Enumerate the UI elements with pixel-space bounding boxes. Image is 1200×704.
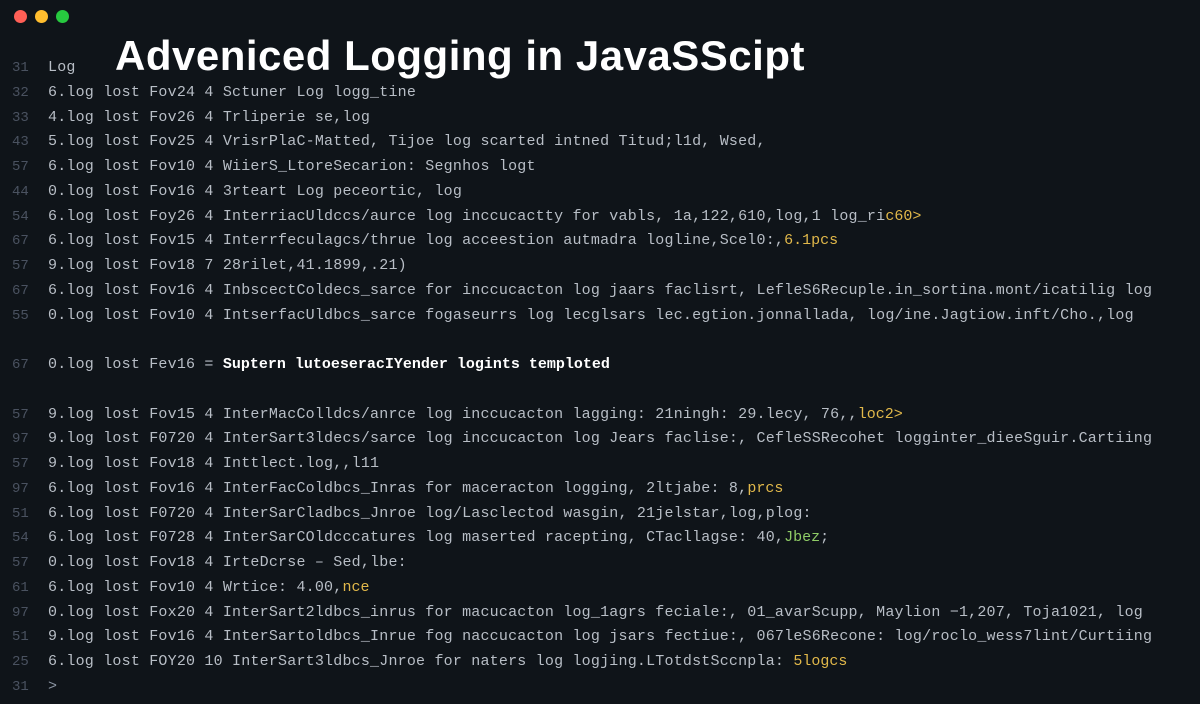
code-text: 6.log lost Fov10 4 Wrtice: 4.00,	[48, 576, 342, 601]
line-number: 67	[12, 280, 48, 303]
code-line: 516.log lost F0720 4 InterSarCladbcs_Jnr…	[12, 502, 1200, 527]
code-line: 519.log lost Fov16 4 InterSartoldbcs_Inr…	[12, 625, 1200, 650]
code-text: 21ningh	[655, 403, 719, 428]
line-number: 54	[12, 527, 48, 550]
code-text: 0.log lost Fox20 4 InterSart2ldbcs_inrus…	[48, 601, 1143, 626]
code-text: 9.log lost Fov16 4 InterSartoldbcs_Inrue…	[48, 625, 1152, 650]
code-highlight: Jbez	[784, 526, 820, 551]
code-highlight: 6.1pcs	[784, 229, 838, 254]
code-line: 970.log lost Fox20 4 InterSart2ldbcs_inr…	[12, 601, 1200, 626]
code-text: 6.log lost F0728 4 InterSarCOldcccatures…	[48, 526, 784, 551]
code-line: 676.log lost Fov16 4 InbscectColdecs_sar…	[12, 279, 1200, 304]
code-text: 5.log lost Fov25 4 VrisrPlaC-Matted, Tij…	[48, 130, 766, 155]
line-number: 97	[12, 478, 48, 501]
code-highlight: loc2>	[858, 403, 903, 428]
code-text: 0.log lost Fov10 4 IntserfacUldbcs_sarce…	[48, 304, 1134, 329]
code-text: 6.log lost FOY20 10 InterSart3ldbcs_Jnro…	[48, 650, 793, 675]
line-number: 44	[12, 181, 48, 204]
code-text: 4.log lost Fov26 4 Trliperie se,log	[48, 106, 370, 131]
code-text: Log	[48, 56, 76, 81]
code-text: 6.log lost Fov16 4 InbscectColdecs_sarce…	[48, 279, 1152, 304]
line-number: 57	[12, 156, 48, 179]
line-number: 51	[12, 503, 48, 526]
code-line: 326.log lost Fov24 4 Sctuner Log logg_ti…	[12, 81, 1200, 106]
page-title: Adveniced Logging in JavaSScipt	[115, 32, 805, 80]
code-line: 670.log lost Fev16 = Suptern lutoeseracI…	[12, 353, 1200, 378]
code-text: 6.log lost Fov24 4 Sctuner Log logg_tine	[48, 81, 416, 106]
code-text: 9.log lost Fov18 4 Inttlect.log,,l11	[48, 452, 379, 477]
code-highlight: prcs	[747, 477, 783, 502]
code-line: 579.log lost Fov18 7 28rilet,41.1899,.21…	[12, 254, 1200, 279]
line-number: 97	[12, 602, 48, 625]
line-number: 67	[12, 230, 48, 253]
code-highlight: nce	[342, 576, 369, 601]
line-number: 43	[12, 131, 48, 154]
code-text: ;	[820, 526, 829, 551]
line-number: 57	[12, 404, 48, 427]
line-number: 61	[12, 577, 48, 600]
code-text: 9.log lost F0720 4 InterSart3ldecs/sarce…	[48, 427, 1152, 452]
code-text: 9.log lost Fov18 7 28rilet,41.1899,.21)	[48, 254, 407, 279]
code-text: 6.log lost Fov16 4 InterFacColdbcs_Inras…	[48, 477, 747, 502]
code-text: 6.log lost F0720 4 InterSarCladbcs_Jnroe…	[48, 502, 812, 527]
code-text: 6.log lost Foy26 4 InterriacUldccs/aurce…	[48, 205, 885, 230]
code-text-bold: Suptern lutoeseracIYender logints templo…	[223, 353, 610, 378]
code-line: 334.log lost Fov26 4 Trliperie se,log	[12, 106, 1200, 131]
line-number: 57	[12, 453, 48, 476]
line-number: 54	[12, 206, 48, 229]
code-line: 570.log lost Fov18 4 IrteDcrse – Sed,lbe…	[12, 551, 1200, 576]
code-line: 31>	[12, 675, 1200, 700]
code-highlight: 5logcs	[793, 650, 847, 675]
code-line: 576.log lost Fov10 4 WiierS_LtoreSecario…	[12, 155, 1200, 180]
code-text: 0.log lost Fev16 =	[48, 353, 223, 378]
code-line: 546.log lost F0728 4 InterSarCOldcccatur…	[12, 526, 1200, 551]
line-number: 57	[12, 552, 48, 575]
code-line: 546.log lost Foy26 4 InterriacUldccs/aur…	[12, 205, 1200, 230]
code-text: 6.log lost Fov15 4 Interrfeculagcs/thrue…	[48, 229, 784, 254]
code-line	[12, 328, 1200, 353]
code-line: 976.log lost Fov16 4 InterFacColdbcs_Inr…	[12, 477, 1200, 502]
line-number: 31	[12, 676, 48, 699]
code-area: 31Log326.log lost Fov24 4 Sctuner Log lo…	[0, 56, 1200, 700]
maximize-icon[interactable]	[56, 10, 69, 23]
prompt-caret[interactable]: >	[48, 675, 57, 700]
code-text: : 29.lecy, 76,,	[720, 403, 858, 428]
code-line	[12, 378, 1200, 403]
code-line: 256.log lost FOY20 10 InterSart3ldbcs_Jn…	[12, 650, 1200, 675]
code-line: 550.log lost Fov10 4 IntserfacUldbcs_sar…	[12, 304, 1200, 329]
line-number: 57	[12, 255, 48, 278]
line-number: 97	[12, 428, 48, 451]
window-traffic-lights[interactable]	[14, 10, 69, 23]
code-line: 579.log lost Fov15 4 InterMacColldcs/anr…	[12, 403, 1200, 428]
code-line: 616.log lost Fov10 4 Wrtice: 4.00,nce	[12, 576, 1200, 601]
code-line: 435.log lost Fov25 4 VrisrPlaC-Matted, T…	[12, 130, 1200, 155]
code-text: 0.log lost Fov16 4 3rteart Log peceortic…	[48, 180, 462, 205]
code-line: 440.log lost Fov16 4 3rteart Log peceort…	[12, 180, 1200, 205]
line-number: 55	[12, 305, 48, 328]
code-text: 6.log lost Fov10 4 WiierS_LtoreSecarion:…	[48, 155, 536, 180]
line-number: 25	[12, 651, 48, 674]
line-number: 51	[12, 626, 48, 649]
line-number: 67	[12, 354, 48, 377]
code-line: 579.log lost Fov18 4 Inttlect.log,,l11	[12, 452, 1200, 477]
line-number: 33	[12, 107, 48, 130]
code-line: 979.log lost F0720 4 InterSart3ldecs/sar…	[12, 427, 1200, 452]
minimize-icon[interactable]	[35, 10, 48, 23]
line-number: 31	[12, 57, 48, 80]
code-line: 676.log lost Fov15 4 Interrfeculagcs/thr…	[12, 229, 1200, 254]
code-text: 9.log lost Fov15 4 InterMacColldcs/anrce…	[48, 403, 655, 428]
code-highlight: c60>	[885, 205, 921, 230]
line-number: 32	[12, 82, 48, 105]
close-icon[interactable]	[14, 10, 27, 23]
code-text: 0.log lost Fov18 4 IrteDcrse – Sed,lbe:	[48, 551, 407, 576]
